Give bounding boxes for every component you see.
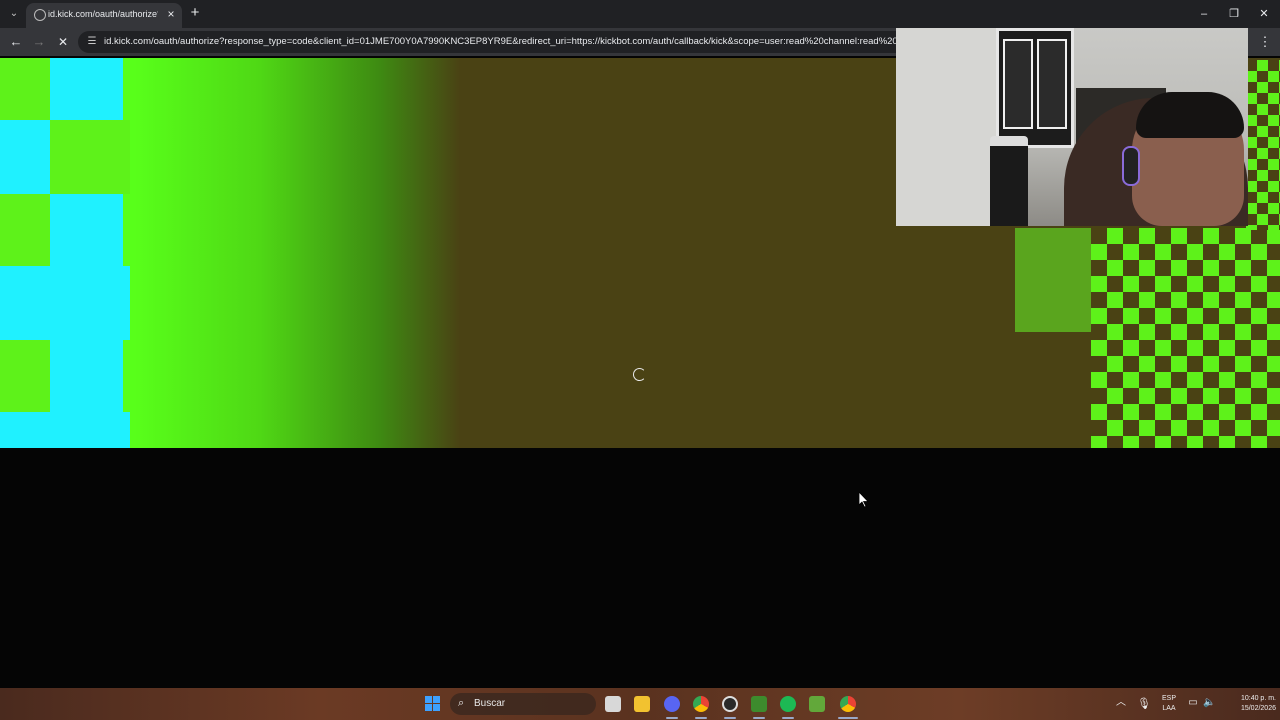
file-explorer-icon[interactable]: [634, 696, 650, 712]
microphone-icon[interactable]: 🎙: [1137, 696, 1151, 712]
lime-block: [0, 58, 50, 120]
webcam-door: [996, 28, 1074, 148]
webcam-stool: [990, 136, 1028, 226]
close-icon[interactable]: ✕: [55, 34, 71, 50]
windows-logo-square: [425, 704, 432, 711]
chrome-profile-icon[interactable]: [840, 696, 856, 712]
globe-icon: [34, 9, 46, 21]
cyan-block: [0, 266, 130, 340]
arrow-right-icon[interactable]: →: [31, 34, 47, 50]
task-view-icon[interactable]: [605, 696, 621, 712]
kebab-icon[interactable]: ⋮: [1258, 34, 1272, 50]
clock-time: 10:40 p. m.: [1240, 695, 1276, 702]
tab-title: id.kick.com/oauth/authorize?re: [48, 9, 158, 19]
windows-logo-square: [433, 704, 440, 711]
door-pane: [1037, 39, 1067, 129]
chevron-up-icon[interactable]: ︿: [1115, 697, 1127, 709]
clock-date: 15/02/2026: [1240, 705, 1276, 712]
lime-block: [50, 120, 130, 194]
spotify-icon[interactable]: [780, 696, 796, 712]
volume-icon[interactable]: 🔈: [1203, 697, 1215, 709]
close-icon[interactable]: ×: [164, 7, 178, 21]
cyan-block: [0, 120, 50, 194]
browser-tab-bar: ⌄ id.kick.com/oauth/authorize?re × + – ❐…: [0, 0, 1280, 28]
active-indicator: [724, 717, 736, 719]
minecraft-launcher-icon[interactable]: [809, 696, 825, 712]
active-indicator: [782, 717, 794, 719]
cyan-block: [50, 194, 123, 266]
tune-icon[interactable]: ☰: [86, 36, 98, 48]
minimize-icon[interactable]: –: [1197, 7, 1211, 21]
checker-pattern-strip: [1246, 60, 1280, 230]
taskbar: ⌕ Buscar ︿ 🎙 ESP LAA ▭ 🔈 10:40 p. m. 15/…: [0, 688, 1280, 720]
language-indicator[interactable]: ESP LAA: [1158, 694, 1180, 714]
cyan-block: [50, 58, 123, 120]
clock[interactable]: 10:40 p. m. 15/02/2026: [1218, 694, 1276, 714]
cyan-block: [50, 340, 123, 412]
active-indicator: [695, 717, 707, 719]
taskbar-search[interactable]: ⌕ Buscar: [450, 693, 596, 715]
headset: [1122, 146, 1140, 186]
keyboard-layout: LAA: [1162, 705, 1176, 712]
network-icon[interactable]: ▭: [1187, 697, 1199, 709]
search-icon: ⌕: [458, 697, 465, 709]
checker-pattern: [1091, 228, 1280, 448]
plus-icon[interactable]: +: [188, 5, 202, 20]
loading-spinner-icon: [633, 368, 646, 381]
chrome-icon[interactable]: [693, 696, 709, 712]
lime-block: [0, 194, 50, 266]
arrow-left-icon[interactable]: ←: [8, 34, 24, 50]
minecraft-icon[interactable]: [751, 696, 767, 712]
windows-start-icon[interactable]: [425, 696, 441, 712]
obs-icon[interactable]: [722, 696, 738, 712]
active-indicator: [753, 717, 765, 719]
restore-icon[interactable]: ❐: [1227, 7, 1241, 21]
discord-icon[interactable]: [664, 696, 680, 712]
webcam-hair: [1136, 92, 1244, 138]
search-placeholder: Buscar: [474, 698, 506, 709]
chevron-down-icon[interactable]: ⌄: [6, 6, 22, 22]
active-indicator: [838, 717, 858, 719]
green-block: [1015, 228, 1093, 332]
browser-tab[interactable]: id.kick.com/oauth/authorize?re ×: [26, 3, 182, 28]
windows-logo-square: [433, 696, 440, 703]
close-icon[interactable]: ✕: [1257, 7, 1271, 21]
active-indicator: [666, 717, 678, 719]
lime-block: [0, 340, 50, 412]
language-code: ESP: [1161, 695, 1176, 702]
door-pane: [1003, 39, 1033, 129]
windows-logo-square: [425, 696, 432, 703]
webcam-overlay: [896, 28, 1248, 226]
cyan-block: [0, 412, 130, 448]
